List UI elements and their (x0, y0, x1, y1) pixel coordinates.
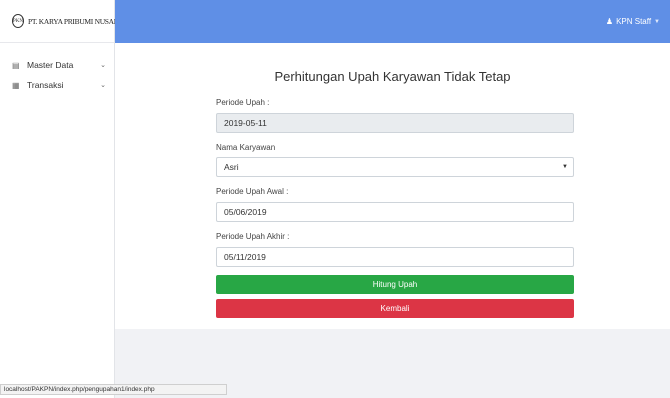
periode-akhir-label: Periode Upah Akhir : (216, 232, 290, 241)
sidebar: PKN PT. KARYA PRIBUMI NUSANTARA ▤ Master… (0, 0, 138, 398)
user-name: KPN Staff (616, 17, 652, 26)
sidebar-menu: ▤ Master Data ⌄ ▦ Transaksi ⌄ (0, 43, 114, 95)
periode-label: Periode Upah : (216, 98, 270, 107)
sidebar-item-label: Master Data (27, 60, 74, 70)
select-value: Asri (224, 162, 239, 172)
user-icon: ♟ (605, 17, 614, 26)
company-logo: PKN (12, 14, 25, 28)
periode-input[interactable]: 2019-05-11 (216, 113, 574, 133)
sidebar-item-transaksi[interactable]: ▦ Transaksi ⌄ (0, 75, 114, 95)
periode-awal-input[interactable]: 05/06/2019 (216, 202, 574, 222)
caret-down-icon: ▼ (654, 18, 660, 25)
user-menu[interactable]: ♟ KPN Staff ▼ (606, 17, 660, 26)
sidebar-item-label: Transaksi (27, 80, 64, 90)
nama-karyawan-label: Nama Karyawan (216, 143, 276, 152)
chevron-down-icon: ⌄ (100, 62, 106, 69)
hitung-upah-button[interactable]: Hitung Upah (216, 275, 574, 294)
main-content: Perhitungan Upah Karyawan Tidak Tetap Pe… (115, 43, 670, 329)
browser-status-url: localhost/PAKPN/index.php/pengupahan1/in… (0, 384, 227, 395)
sidebar-item-master-data[interactable]: ▤ Master Data ⌄ (0, 55, 114, 75)
caret-down-icon: ▼ (562, 164, 568, 170)
page-title: Perhitungan Upah Karyawan Tidak Tetap (274, 69, 511, 84)
nama-karyawan-select[interactable]: Asri ▼ (216, 157, 574, 177)
table-icon: ▦ (12, 80, 20, 90)
chevron-down-icon: ⌄ (100, 82, 106, 89)
periode-akhir-input[interactable]: 05/11/2019 (216, 247, 574, 267)
database-icon: ▤ (12, 60, 20, 70)
brand[interactable]: PKN PT. KARYA PRIBUMI NUSANTARA (0, 0, 138, 43)
periode-awal-label: Periode Upah Awal : (216, 187, 289, 196)
kembali-button[interactable]: Kembali (216, 299, 574, 318)
top-navbar: ♟ KPN Staff ▼ (115, 0, 670, 43)
